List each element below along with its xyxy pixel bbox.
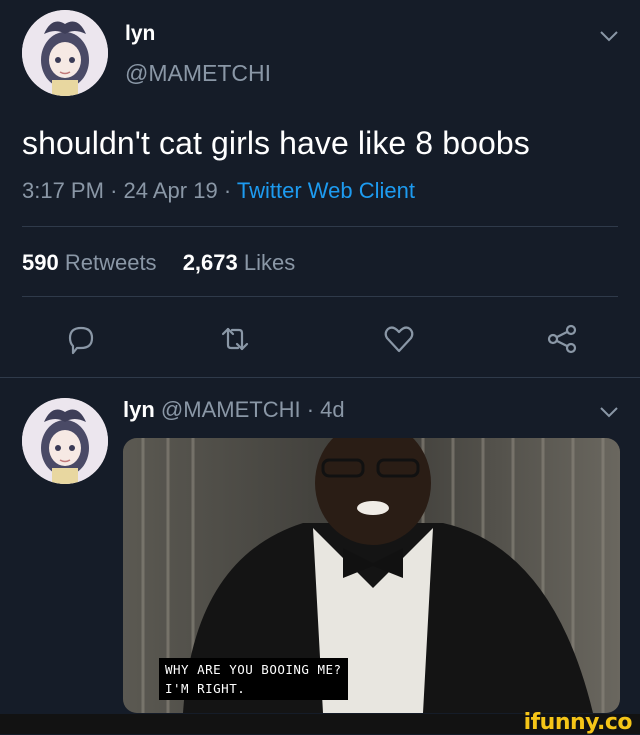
reply-display-name[interactable]: lyn (123, 397, 155, 422)
likes-count[interactable]: 2,673 (183, 250, 238, 275)
subtitle: WHY ARE YOU BOOING ME? I'M RIGHT. (159, 658, 348, 700)
tweet-time: 3:17 PM (22, 178, 104, 203)
tweet-meta: 3:17 PM · 24 Apr 19 · Twitter Web Client (22, 178, 415, 204)
reply-age[interactable]: 4d (320, 397, 344, 422)
retweet-icon[interactable] (218, 322, 252, 356)
retweets-label[interactable]: Retweets (65, 250, 157, 275)
display-name[interactable]: lyn (125, 22, 155, 46)
separator: · (110, 178, 118, 203)
avatar[interactable] (22, 10, 108, 96)
divider (22, 226, 618, 227)
likes-label[interactable]: Likes (244, 250, 295, 275)
divider (0, 377, 640, 378)
watermark-bar: ifunny.co (0, 710, 640, 735)
reply-avatar[interactable] (22, 398, 108, 484)
reply-image[interactable]: WHY ARE YOU BOOING ME? I'M RIGHT. (123, 438, 620, 713)
subtitle-line: I'M RIGHT. (165, 679, 342, 698)
reply-icon[interactable] (64, 322, 98, 356)
handle[interactable]: @MAMETCHI (125, 60, 271, 87)
reply-header: lyn @MAMETCHI · 4d (123, 397, 345, 423)
divider (22, 296, 618, 297)
chevron-down-icon[interactable] (598, 28, 620, 44)
separator: · (223, 178, 232, 203)
tweet-stats: 590 Retweets 2,673 Likes (22, 250, 295, 276)
retweets-count[interactable]: 590 (22, 250, 59, 275)
subtitle-line: WHY ARE YOU BOOING ME? (165, 660, 342, 679)
avatar-illustration (22, 398, 108, 484)
like-icon[interactable] (382, 322, 416, 356)
tweet-date: 24 Apr 19 (123, 178, 218, 203)
main-tweet: lyn @MAMETCHI shouldn't cat girls have l… (0, 0, 640, 378)
client-link[interactable]: Twitter Web Client (237, 178, 415, 203)
avatar-illustration (22, 10, 108, 96)
chevron-down-icon[interactable] (598, 404, 620, 420)
separator: · (306, 397, 315, 422)
tweet-text: shouldn't cat girls have like 8 boobs (22, 125, 530, 161)
reply-handle[interactable]: @MAMETCHI (161, 397, 301, 422)
watermark: ifunny.co (523, 710, 633, 735)
share-icon[interactable] (545, 322, 579, 356)
